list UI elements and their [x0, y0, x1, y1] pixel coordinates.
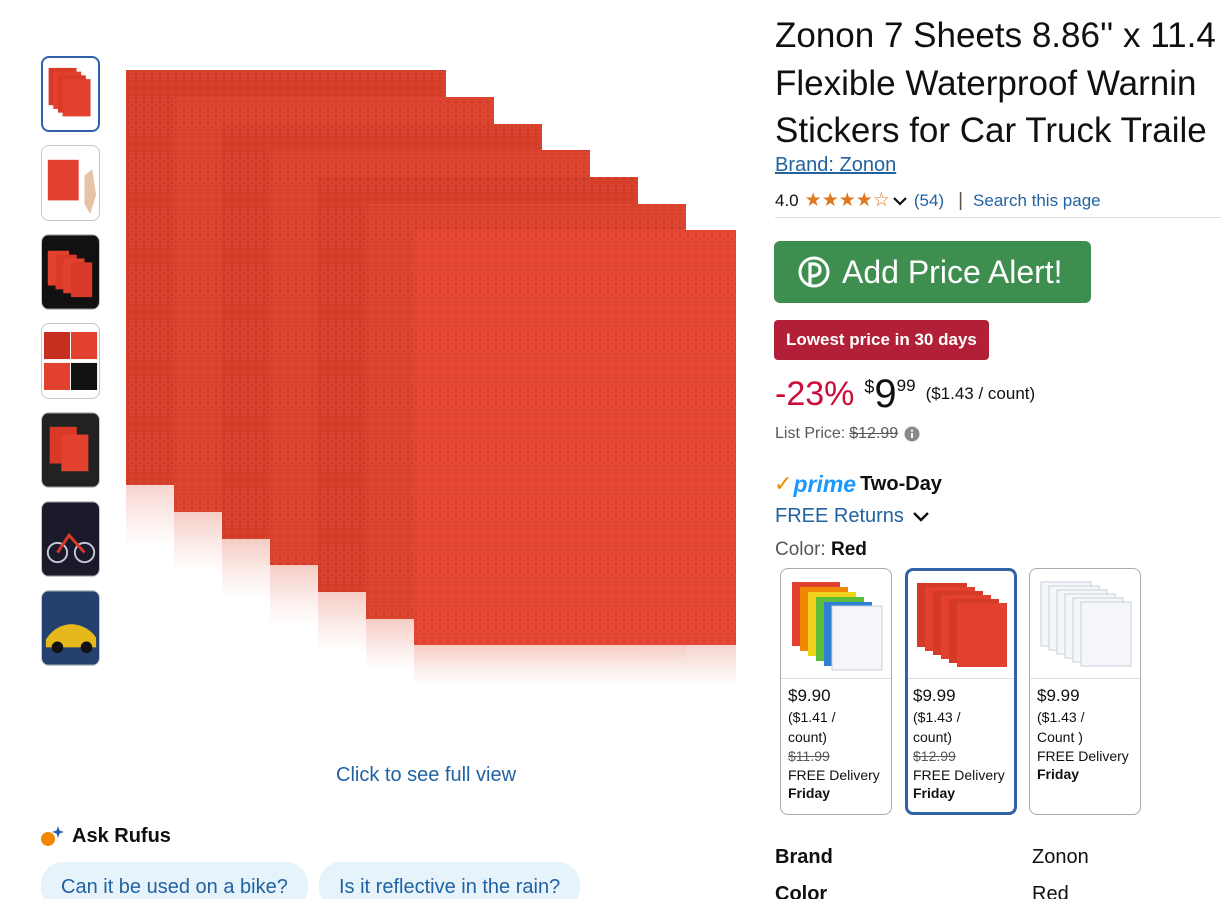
- rufus-title: Ask Rufus: [72, 824, 171, 847]
- rating-value: 4.0: [775, 191, 799, 210]
- thumbnail-4[interactable]: [41, 323, 100, 399]
- product-title-line: Stickers for Car Truck Traile: [775, 111, 1207, 150]
- swatch-white-image: [1040, 581, 1132, 666]
- swatch-delivery: FREE Delivery: [1037, 748, 1129, 764]
- pricealert-p-icon: [798, 256, 830, 288]
- rating-row: 4.0 ★ ★ ★ ★ ☆ (54) | Search this page: [775, 190, 1101, 212]
- prime-logo: prime: [793, 470, 857, 497]
- delivery-speed: Two-Day: [860, 472, 942, 495]
- price-symbol: $: [864, 377, 875, 397]
- color-swatch-red[interactable]: $9.99 ($1.43 / count) $12.99 FREE Delive…: [905, 568, 1017, 815]
- color-swatch-multicolor[interactable]: $9.90 ($1.41 / count) $11.99 FREE Delive…: [780, 568, 892, 815]
- main-product-image[interactable]: [120, 60, 740, 700]
- divider: [775, 217, 1221, 218]
- swatch-unit-price: ($1.41 /: [788, 709, 836, 725]
- star-empty-icon: ☆: [872, 190, 890, 211]
- swatch-old-price: $11.99: [788, 748, 830, 764]
- search-this-page-link[interactable]: Search this page: [973, 191, 1101, 211]
- brand-link[interactable]: Brand: Zonon: [775, 154, 896, 177]
- rufus-icon: [41, 826, 64, 846]
- swatch-multicolor-image: [792, 581, 883, 670]
- add-price-alert-label: Add Price Alert!: [842, 253, 1063, 290]
- swatch-unit-price: Count ): [1037, 729, 1083, 745]
- thumbnail-5[interactable]: [41, 412, 100, 488]
- chevron-down-icon[interactable]: [892, 195, 908, 207]
- list-price: List Price: $12.99: [775, 425, 920, 443]
- star-rating[interactable]: ★ ★ ★ ★ ☆: [805, 191, 890, 211]
- color-value: Red: [830, 539, 867, 560]
- thumbnail-info-image: [43, 332, 98, 390]
- star-full-icon: ★: [821, 190, 839, 211]
- info-icon[interactable]: [904, 426, 920, 442]
- swatch-delivery: FREE Delivery: [913, 767, 1005, 783]
- current-price: $ 9 99: [864, 372, 915, 416]
- thumbnail-sheets-image: [48, 67, 91, 117]
- unit-price: ($1.43 / count): [925, 384, 1036, 403]
- swatch-price: $9.90: [788, 686, 831, 705]
- swatch-delivery-day: Friday: [913, 785, 956, 801]
- product-title-line: Zonon 7 Sheets 8.86'' x 11.4: [775, 16, 1216, 55]
- thumbnail-3[interactable]: [41, 234, 100, 310]
- rating-count-link[interactable]: (54): [914, 191, 944, 211]
- price-whole: 9: [874, 372, 897, 416]
- spec-value-brand: Zonon: [1032, 846, 1089, 868]
- swatch-old-price: $12.99: [913, 748, 956, 764]
- separator: |: [958, 190, 964, 211]
- price-row: -23% $ 9 99 ($1.43 / count): [775, 372, 1035, 416]
- color-selection: Color: Red: [775, 539, 867, 561]
- rufus-header: Ask Rufus: [40, 824, 171, 848]
- thumbnail-bike-image: [42, 502, 99, 576]
- thumbnail-7[interactable]: [41, 590, 100, 666]
- thumbnail-hand-image: [47, 159, 97, 214]
- prime-check-icon: ✓: [774, 471, 793, 496]
- list-price-label: List Price:: [775, 425, 846, 442]
- full-view-link[interactable]: Click to see full view: [336, 764, 516, 787]
- color-label: Color:: [775, 539, 826, 560]
- thumbnail-dark-image: [42, 413, 99, 487]
- free-returns-link[interactable]: FREE Returns: [775, 505, 930, 528]
- thumbnail-2[interactable]: [41, 145, 100, 221]
- reflective-sheets-image: [126, 70, 736, 685]
- thumbnail-black-bg-image: [42, 235, 99, 309]
- star-full-icon: ★: [804, 190, 822, 211]
- add-price-alert-button[interactable]: Add Price Alert!: [774, 241, 1091, 303]
- swatch-red-image: [917, 582, 1007, 667]
- swatch-unit-price: count): [788, 729, 827, 745]
- star-full-icon: ★: [855, 190, 873, 211]
- rufus-question-1[interactable]: Can it be used on a bike?: [41, 862, 308, 899]
- thumbnail-6[interactable]: [41, 501, 100, 577]
- price-fraction: 99: [896, 376, 916, 395]
- spec-value-color: Red: [1032, 883, 1069, 899]
- spec-key-brand: Brand: [775, 846, 833, 868]
- swatch-price: $9.99: [913, 686, 956, 705]
- swatch-delivery-day: Friday: [1037, 766, 1080, 782]
- swatch-unit-price: ($1.43 /: [913, 709, 961, 725]
- color-swatch-white[interactable]: $9.99 ($1.43 / Count ) FREE Delivery Fri…: [1029, 568, 1141, 815]
- swatch-unit-price: count): [913, 729, 952, 745]
- swatch-unit-price: ($1.43 /: [1037, 709, 1085, 725]
- rufus-question-2[interactable]: Is it reflective in the rain?: [319, 862, 581, 899]
- product-title-line: Flexible Waterproof Warnin: [775, 63, 1197, 103]
- free-returns-label: FREE Returns: [775, 505, 904, 527]
- swatch-delivery: FREE Delivery: [788, 767, 880, 783]
- swatch-delivery-day: Friday: [788, 785, 831, 801]
- thumbnail-1[interactable]: [41, 56, 100, 132]
- product-title: Zonon 7 Sheets 8.86'' x 11.4 Flexible Wa…: [775, 12, 1221, 155]
- thumbnail-car-image: [42, 591, 99, 665]
- swatch-price: $9.99: [1037, 686, 1080, 705]
- lowest-price-badge: Lowest price in 30 days: [774, 320, 989, 360]
- prime-delivery: ✓ prime Two-Day: [774, 470, 942, 498]
- list-price-value: $12.99: [849, 425, 899, 442]
- spec-key-color: Color: [775, 883, 828, 899]
- chevron-down-icon: [913, 511, 929, 522]
- star-full-icon: ★: [838, 190, 856, 211]
- discount-percent: -23%: [775, 375, 855, 413]
